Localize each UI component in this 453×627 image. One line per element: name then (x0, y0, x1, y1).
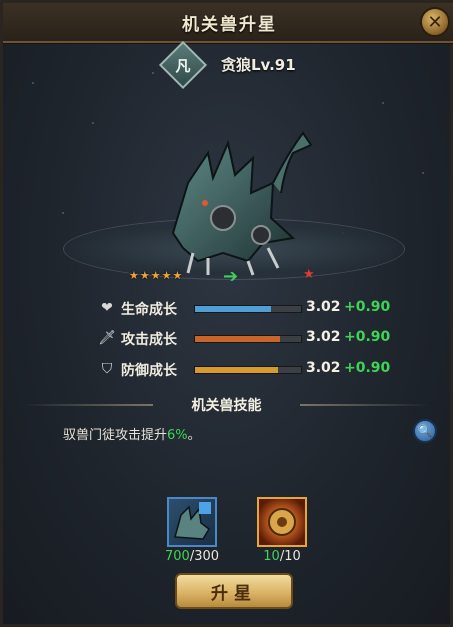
material-slot-core[interactable] (257, 497, 307, 547)
heart-icon: ❤ (101, 300, 113, 316)
stat-label: 生命成长 (121, 302, 177, 318)
divider-left (23, 404, 153, 406)
stat-value: 3.02 (306, 329, 341, 345)
stat-value: 3.02 (306, 360, 341, 376)
stat-gain: +0.90 (344, 329, 391, 345)
stat-row-attack: 🗡 攻击成长 3.02 +0.90 (3, 327, 453, 349)
stat-bar-fill (195, 336, 280, 342)
material-have: 10 (263, 549, 280, 564)
upgrade-arrow-icon: ➔ (223, 266, 239, 287)
skill-desc-end: 。 (187, 428, 201, 443)
stat-row-hp: ❤ 生命成长 3.02 +0.90 (3, 297, 453, 319)
stat-row-defense: ⛉ 防御成长 3.02 +0.90 (3, 358, 453, 380)
star-icon: ★ (172, 269, 183, 282)
upgrade-star-button[interactable]: 升星 (175, 573, 293, 609)
material-need: /300 (189, 549, 220, 564)
dagger-icon: 🗡 (98, 330, 116, 346)
stat-label: 攻击成长 (121, 332, 177, 348)
material-slot-beast-shard[interactable] (167, 497, 217, 547)
divider-right (300, 404, 430, 406)
shield-icon: ⛉ (101, 361, 113, 377)
beast-name: 贪狼Lv.91 (221, 56, 296, 74)
window-title: 机关兽升星 (182, 15, 277, 35)
star-icon: ★ (139, 269, 150, 282)
material-have: 700 (164, 549, 190, 564)
current-stars: ★ ★ ★ ★ ★ (129, 269, 182, 283)
star-icon: ★ (129, 269, 139, 282)
close-icon: ✕ (427, 11, 443, 33)
skill-description: 驭兽门徒攻击提升6%。 (63, 424, 201, 443)
star-icon: ★ (161, 269, 172, 282)
skill-desc-percent: 6% (167, 428, 188, 443)
rarity-char: 凡 (175, 56, 191, 75)
skill-section-header: 机关兽技能 (3, 393, 450, 417)
stat-bar (194, 366, 302, 374)
magnifier-icon: 🔍 (417, 424, 433, 438)
stat-bar (194, 335, 302, 343)
skill-desc-text: 驭兽门徒攻击提升 (63, 428, 168, 443)
star-icon: ★ (150, 269, 161, 282)
close-button[interactable]: ✕ (420, 7, 450, 37)
skill-detail-button[interactable]: 🔍 (413, 419, 437, 443)
stat-value: 3.02 (306, 299, 341, 315)
material-need: /10 (279, 549, 301, 564)
skill-header-title: 机关兽技能 (191, 398, 262, 414)
upgrade-panel: 机关兽升星 ✕ 凡 贪狼Lv.91 ★ ★ ★ ★ ★ ➔ ★ ❤ 生命成长 3… (0, 0, 453, 627)
gear-core-icon (268, 508, 296, 536)
stat-bar (194, 305, 302, 313)
stat-label: 防御成长 (121, 363, 177, 379)
beast-shard-icon (174, 502, 211, 540)
stat-bar-fill (195, 367, 278, 373)
title-bar: 机关兽升星 ✕ (3, 3, 453, 43)
mech-beast-image (171, 131, 313, 276)
next-star-icon: ★ (303, 267, 315, 282)
material-count-2: 10/10 (242, 549, 322, 564)
stat-gain: +0.90 (344, 299, 391, 315)
stat-gain: +0.90 (344, 360, 391, 376)
stat-bar-fill (195, 306, 272, 312)
material-count-1: 700/300 (152, 549, 232, 564)
